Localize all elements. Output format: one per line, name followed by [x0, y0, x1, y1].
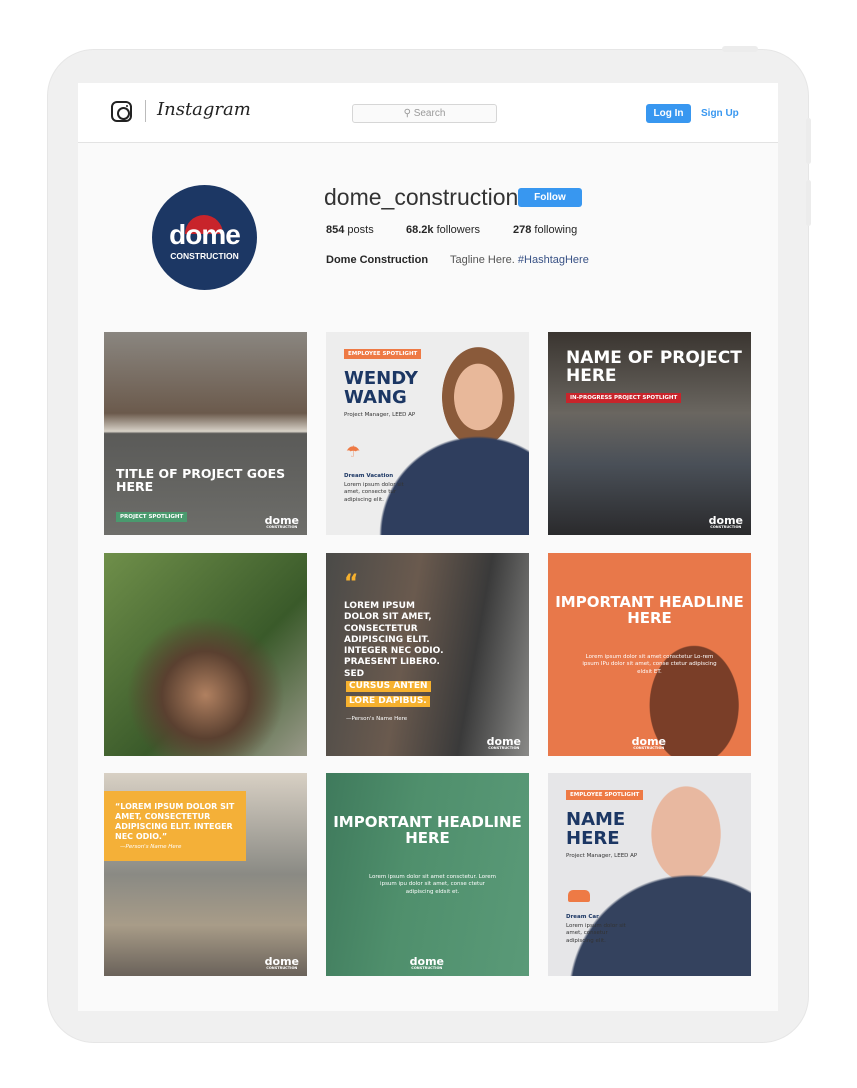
- post-tile[interactable]: “ LOREM IPSUM DOLOR SIT AMET, CONSECTETU…: [326, 553, 529, 756]
- post-tile[interactable]: TITLE OF PROJECT GOES HERE PROJECT SPOTL…: [104, 332, 307, 535]
- post-title: IMPORTANT HEADLINE HERE: [333, 813, 522, 847]
- post-tag: PROJECT SPOTLIGHT: [116, 512, 188, 522]
- post-title: TITLE OF PROJECT GOES HERE: [116, 466, 286, 495]
- car-icon: [568, 890, 590, 902]
- post-tile[interactable]: EMPLOYEE SPOTLIGHT WENDY WANG Project Ma…: [326, 332, 529, 535]
- employee-name: WENDY WANG: [344, 368, 418, 408]
- post-tile-photo[interactable]: [104, 553, 307, 756]
- tablet-button: [806, 118, 811, 164]
- quote-text: LOREM IPSUM DOLOR SIT AMET, CONSECTETUR …: [344, 601, 444, 679]
- instagram-icon[interactable]: [111, 101, 132, 122]
- login-button[interactable]: Log In: [646, 104, 691, 123]
- instagram-screen: Instagram ⚲ Search Log In Sign Up dome C…: [78, 83, 778, 1011]
- avatar[interactable]: dome CONSTRUCTION: [152, 185, 257, 290]
- quote-attribution: —Person's Name Here: [346, 716, 408, 722]
- post-tag: IN-PROGRESS PROJECT SPOTLIGHT: [566, 393, 682, 403]
- search-input[interactable]: ⚲ Search: [352, 104, 497, 123]
- post-tile[interactable]: IMPORTANT HEADLINE HERE Lorem ipsum dolo…: [326, 773, 529, 976]
- post-body: Lorem ipsum dolor sit amet consctetur. L…: [369, 874, 496, 895]
- post-tag: EMPLOYEE SPOTLIGHT: [566, 790, 644, 800]
- posts-stat: 854 posts: [326, 224, 374, 236]
- signup-link[interactable]: Sign Up: [701, 104, 739, 123]
- follow-button[interactable]: Follow: [518, 188, 582, 207]
- quote-attribution: —Person's Name Here: [120, 844, 182, 850]
- dome-logo: dome CONSTRUCTION: [486, 734, 521, 750]
- search-placeholder: Search: [413, 108, 446, 119]
- perk-title: Dream Vacation: [344, 473, 394, 479]
- umbrella-icon: ☂: [346, 442, 361, 461]
- quote-icon: “: [344, 571, 359, 596]
- perk-text: Lorem ipsum dolor sit amet, consetur adi…: [566, 923, 626, 944]
- quote-highlight: LORE DAPIBUS.: [346, 696, 430, 708]
- employee-role: Project Manager, LEED AP: [344, 412, 416, 418]
- quote-text: “LOREM IPSUM DOLOR SIT AMET, CONSECTETUR…: [115, 802, 235, 841]
- followers-stat[interactable]: 68.2k followers: [406, 224, 480, 236]
- bio: Tagline Here. #HashtagHere: [450, 254, 589, 266]
- instagram-wordmark[interactable]: Instagram: [157, 99, 251, 120]
- avatar-logo-sub: CONSTRUCTION: [170, 251, 239, 261]
- perk-text: Lorem ipsum dolor sit amet, consecte tur…: [344, 482, 404, 503]
- post-tile[interactable]: “LOREM IPSUM DOLOR SIT AMET, CONSECTETUR…: [104, 773, 307, 976]
- dome-logo: dome CONSTRUCTION: [409, 954, 444, 970]
- tablet-button: [722, 46, 758, 52]
- employee-role: Project Manager, LEED AP: [566, 853, 638, 859]
- post-tag: EMPLOYEE SPOTLIGHT: [344, 349, 422, 359]
- quote-highlight: CURSUS ANTEN: [346, 681, 431, 693]
- divider: [145, 100, 146, 122]
- perk-title: Dream Car: [566, 914, 599, 920]
- post-title: NAME OF PROJECT HERE: [566, 348, 742, 386]
- username: dome_construction: [324, 184, 519, 210]
- dome-logo: dome CONSTRUCTION: [264, 954, 299, 970]
- profile-name: Dome Construction: [326, 254, 429, 266]
- post-tile[interactable]: EMPLOYEE SPOTLIGHT NAME HERE Project Man…: [548, 773, 751, 976]
- dome-logo: dome CONSTRUCTION: [708, 513, 743, 529]
- dome-logo: dome CONSTRUCTION: [631, 734, 666, 750]
- tablet-button: [806, 180, 811, 226]
- dome-logo: dome CONSTRUCTION: [264, 513, 299, 529]
- header: Instagram ⚲ Search Log In Sign Up: [78, 83, 778, 143]
- hashtag-link[interactable]: #HashtagHere: [518, 254, 589, 266]
- following-stat[interactable]: 278 following: [513, 224, 577, 236]
- employee-name: NAME HERE: [566, 809, 626, 849]
- post-tile[interactable]: IMPORTANT HEADLINE HERE Lorem ipsum dolo…: [548, 553, 751, 756]
- post-body: Lorem ipsum dolor sit amet consctetur Lo…: [582, 654, 717, 675]
- post-tile[interactable]: NAME OF PROJECT HERE IN-PROGRESS PROJECT…: [548, 332, 751, 535]
- search-icon: ⚲: [403, 108, 411, 119]
- avatar-logo-word: dome: [169, 219, 241, 250]
- post-title: IMPORTANT HEADLINE HERE: [555, 593, 744, 627]
